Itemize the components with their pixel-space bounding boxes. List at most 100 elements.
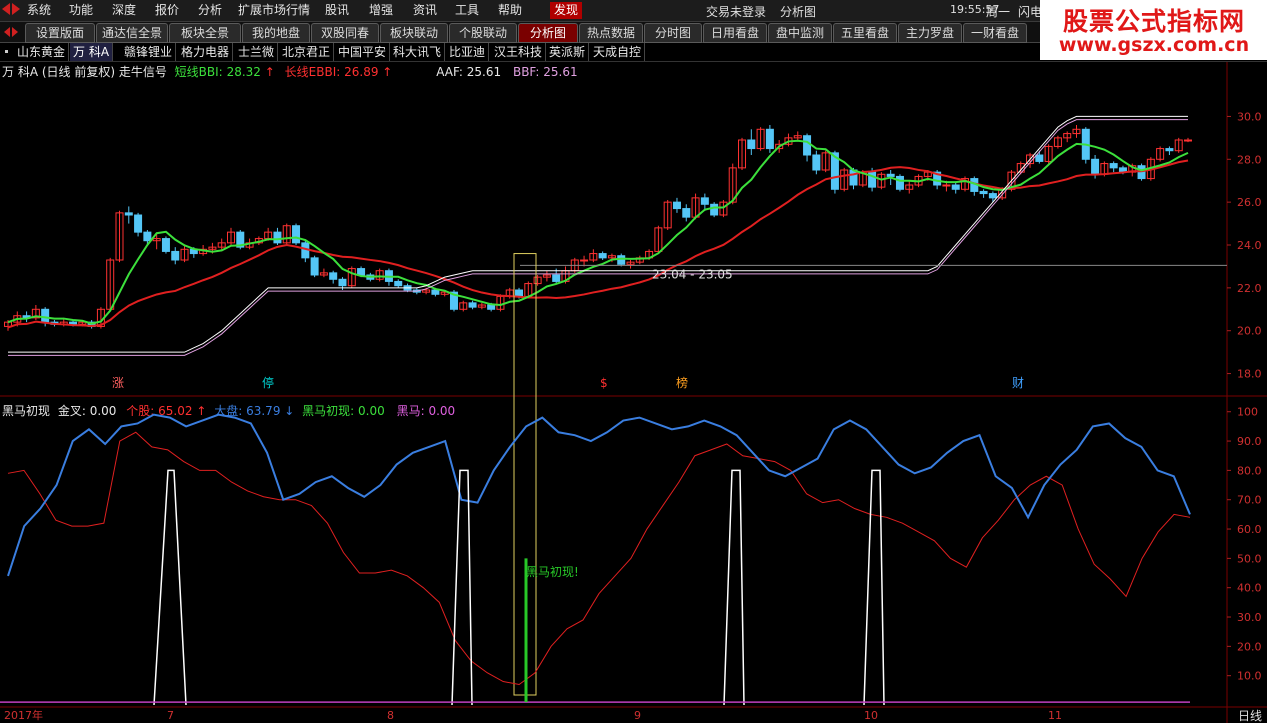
stock-item-8[interactable]: 比亚迪 xyxy=(446,43,490,61)
candle-body xyxy=(357,268,366,276)
bbf-line xyxy=(8,119,1188,356)
tab-13[interactable]: 主力罗盘 xyxy=(898,23,962,43)
stock-item-9[interactable]: 汉王科技 xyxy=(491,43,547,61)
analysis-chart[interactable]: 30.0 28.0 26.0 24.0 22.0 20.0 18.0 100 90.0 80.0 7… xyxy=(0,62,1267,723)
stock-item-3[interactable]: 格力电器 xyxy=(178,43,234,61)
menu-item-4[interactable]: 分析 xyxy=(198,2,222,19)
period-label: 日线 xyxy=(1238,709,1262,723)
date-label: 8 xyxy=(387,709,394,722)
menu-item-10[interactable]: 帮助 xyxy=(498,2,522,19)
candle-body xyxy=(161,238,170,252)
stock-item-4[interactable]: 士兰微 xyxy=(235,43,279,61)
tab-8[interactable]: 热点数据 xyxy=(579,23,643,43)
tab-2[interactable]: 板块全景 xyxy=(169,23,241,43)
candle-body xyxy=(329,272,338,280)
event-mark: 财 xyxy=(1012,376,1024,390)
event-mark: 榜 xyxy=(676,375,688,390)
tab-scroll-left-icon[interactable] xyxy=(4,27,10,37)
candle-body xyxy=(171,250,180,261)
logo-title: 股票公式指标网 xyxy=(1062,7,1245,36)
tab-3[interactable]: 我的地盘 xyxy=(242,23,310,43)
stock-bar-bullet-icon xyxy=(5,50,8,53)
cross-spike xyxy=(153,469,187,706)
price-axis-label: 20.0 xyxy=(1237,325,1262,338)
tab-4[interactable]: 双股同春 xyxy=(311,23,379,43)
candle-body xyxy=(617,255,626,265)
cross-spike xyxy=(723,469,745,706)
event-mark: 涨 xyxy=(112,375,124,390)
candle-body xyxy=(765,128,774,150)
menu-item-11[interactable]: 发现 xyxy=(550,2,583,19)
menu-item-9[interactable]: 工具 xyxy=(455,2,479,19)
menu-item-0[interactable]: 系统 xyxy=(27,2,51,19)
candle-body xyxy=(394,280,403,287)
sub-axis-label: 50.0 xyxy=(1237,552,1262,565)
candle-body xyxy=(886,173,895,177)
tab-12[interactable]: 五里看盘 xyxy=(833,23,897,43)
candle-body xyxy=(710,203,719,216)
menu-item-6[interactable]: 股讯 xyxy=(325,2,349,19)
flash-button[interactable]: 闪电 xyxy=(1018,3,1042,20)
candle-body xyxy=(895,175,904,190)
candle-body xyxy=(134,214,143,233)
candle-body xyxy=(515,289,524,297)
date-label: 2017年 xyxy=(4,708,43,722)
status-view: 分析图 xyxy=(780,5,817,19)
candle-body xyxy=(979,190,988,195)
market-strength-line xyxy=(7,413,1191,577)
stock-item-11[interactable]: 天成自控 xyxy=(590,43,646,61)
sub-axis-label: 40.0 xyxy=(1237,582,1262,595)
nav-forward-icon[interactable] xyxy=(12,3,20,15)
sub-axis-label: 20.0 xyxy=(1237,640,1262,653)
stock-item-5[interactable]: 北京君正 xyxy=(279,43,335,61)
event-mark: 停 xyxy=(262,375,274,390)
candle-body xyxy=(310,257,319,276)
candle-body xyxy=(273,231,282,244)
candle-body xyxy=(41,308,50,323)
nav-back-icon[interactable] xyxy=(2,3,10,15)
price-axis-label: 18.0 xyxy=(1237,368,1262,381)
candle-body xyxy=(988,193,997,199)
menu-item-1[interactable]: 功能 xyxy=(69,2,93,19)
tab-6[interactable]: 个股联动 xyxy=(449,23,517,43)
stock-item-7[interactable]: 科大讯飞 xyxy=(390,43,446,61)
sub-axis-label: 90.0 xyxy=(1237,435,1262,448)
tab-0[interactable]: 设置版面 xyxy=(25,23,95,43)
candle-body xyxy=(431,289,440,295)
candle-body xyxy=(672,201,681,210)
stock-item-0[interactable]: 山东黄金 xyxy=(14,43,70,61)
tab-scroll-right-icon[interactable] xyxy=(12,27,18,37)
price-axis-label: 30.0 xyxy=(1237,110,1262,123)
tab-7[interactable]: 分析图 xyxy=(518,23,578,43)
stock-item-2[interactable]: 赣锋锂业 xyxy=(121,43,177,61)
candle-body xyxy=(292,225,301,244)
candle-body xyxy=(143,231,152,242)
menu-item-5[interactable]: 扩展市场行情 xyxy=(238,2,310,19)
menu-item-7[interactable]: 增强 xyxy=(369,2,393,19)
tab-5[interactable]: 板块联动 xyxy=(380,23,448,43)
logo-url: www.gszx.com.cn xyxy=(1058,34,1250,56)
tab-9[interactable]: 分时图 xyxy=(644,23,702,43)
tab-11[interactable]: 盘中监测 xyxy=(768,23,832,43)
candle-body xyxy=(552,274,561,282)
menu-item-2[interactable]: 深度 xyxy=(112,2,136,19)
candle-body xyxy=(849,169,858,186)
date-label: 7 xyxy=(167,709,174,722)
menu-item-3[interactable]: 报价 xyxy=(155,2,179,19)
menu-item-8[interactable]: 资讯 xyxy=(413,2,437,19)
price-axis-label: 28.0 xyxy=(1237,153,1262,166)
tab-14[interactable]: 一财看盘 xyxy=(963,23,1027,43)
price-axis-label: 22.0 xyxy=(1237,282,1262,295)
stock-item-1[interactable]: 万 科A xyxy=(70,43,114,61)
tab-1[interactable]: 通达信全景 xyxy=(96,23,168,43)
stock-item-6[interactable]: 中国平安 xyxy=(335,43,391,61)
sub-axis-label: 80.0 xyxy=(1237,464,1262,477)
stock-item-10[interactable]: 英派斯 xyxy=(546,43,590,61)
candle-body xyxy=(1035,154,1044,162)
sub-axis-label: 30.0 xyxy=(1237,611,1262,624)
stock-strength-line xyxy=(7,431,1191,686)
candle-body xyxy=(1184,139,1192,142)
tab-10[interactable]: 日用看盘 xyxy=(703,23,767,43)
sub-axis-label: 100 xyxy=(1237,406,1258,419)
candle-body xyxy=(598,253,607,259)
